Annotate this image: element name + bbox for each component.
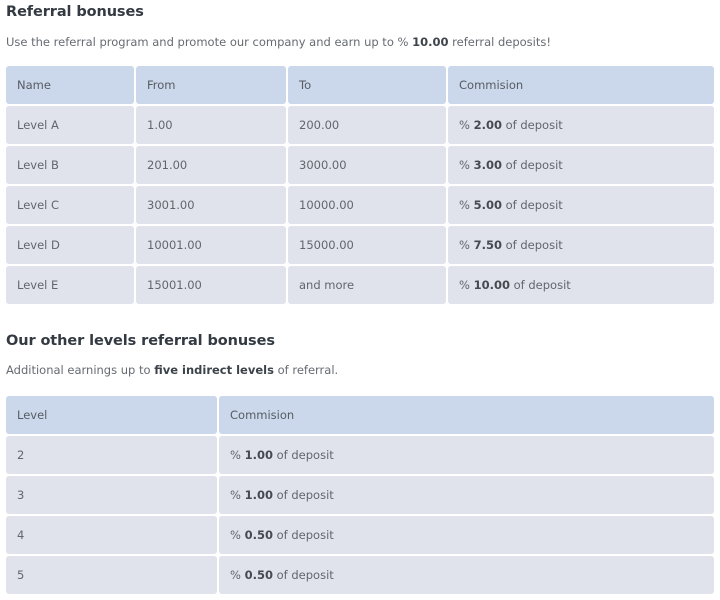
cell-commission: % 7.50 of deposit (448, 226, 714, 264)
cell-from: 1.00 (136, 106, 286, 144)
table-header-row: Name From To Commision (6, 66, 714, 104)
table-row: Level E 15001.00 and more % 10.00 of dep… (6, 266, 714, 304)
table-header-row: Level Commision (6, 396, 714, 434)
commission-suffix: of deposit (501, 238, 563, 252)
commission-suffix: of deposit (272, 568, 334, 582)
description-max-percent: 10.00 (412, 35, 449, 49)
cell-commission: % 5.00 of deposit (448, 186, 714, 224)
cell-to: 3000.00 (288, 146, 446, 184)
cell-name: Level B (6, 146, 134, 184)
cell-to: 200.00 (288, 106, 446, 144)
cell-level: 4 (6, 516, 217, 554)
commission-value: 3.00 (473, 158, 502, 172)
table-row: 5 % 0.50 of deposit (6, 556, 714, 594)
cell-name: Level A (6, 106, 134, 144)
cell-from: 3001.00 (136, 186, 286, 224)
cell-name: Level C (6, 186, 134, 224)
column-header-name: Name (6, 66, 134, 104)
commission-prefix: % (459, 278, 474, 292)
commission-suffix: of deposit (501, 158, 563, 172)
cell-level: 5 (6, 556, 217, 594)
table-row: Level C 3001.00 10000.00 % 5.00 of depos… (6, 186, 714, 224)
commission-value: 7.50 (473, 238, 502, 252)
table-row: 3 % 1.00 of deposit (6, 476, 714, 514)
commission-value: 0.50 (244, 528, 273, 542)
table-row: Level B 201.00 3000.00 % 3.00 of deposit (6, 146, 714, 184)
table-row: 4 % 0.50 of deposit (6, 516, 714, 554)
cell-commission: % 1.00 of deposit (219, 436, 714, 474)
referral-bonuses-title: Referral bonuses (6, 4, 144, 20)
commission-suffix: of deposit (509, 278, 571, 292)
cell-commission: % 1.00 of deposit (219, 476, 714, 514)
table-row: 2 % 1.00 of deposit (6, 436, 714, 474)
cell-name: Level E (6, 266, 134, 304)
other-levels-title: Our other levels referral bonuses (6, 333, 275, 349)
description-text: Use the referral program and promote our… (6, 35, 413, 49)
cell-from: 201.00 (136, 146, 286, 184)
cell-commission: % 3.00 of deposit (448, 146, 714, 184)
description-text: Additional earnings up to (6, 363, 155, 377)
cell-to: 15000.00 (288, 226, 446, 264)
commission-suffix: of deposit (501, 118, 563, 132)
table-row: Level D 10001.00 15000.00 % 7.50 of depo… (6, 226, 714, 264)
referral-levels-table: Name From To Commision Level A 1.00 200.… (4, 64, 716, 306)
commission-prefix: % (230, 528, 245, 542)
commission-suffix: of deposit (272, 528, 334, 542)
commission-prefix: % (230, 448, 245, 462)
commission-value: 1.00 (244, 488, 273, 502)
cell-to: 10000.00 (288, 186, 446, 224)
commission-value: 2.00 (473, 118, 502, 132)
cell-name: Level D (6, 226, 134, 264)
column-header-from: From (136, 66, 286, 104)
other-levels-description: Additional earnings up to five indirect … (6, 363, 338, 377)
commission-value: 0.50 (244, 568, 273, 582)
description-text: of referral. (273, 363, 339, 377)
cell-from: 10001.00 (136, 226, 286, 264)
commission-suffix: of deposit (501, 198, 563, 212)
commission-prefix: % (230, 488, 245, 502)
cell-level: 2 (6, 436, 217, 474)
commission-value: 5.00 (473, 198, 502, 212)
commission-prefix: % (459, 158, 474, 172)
commission-prefix: % (459, 238, 474, 252)
commission-value: 10.00 (473, 278, 510, 292)
cell-commission: % 2.00 of deposit (448, 106, 714, 144)
table-row: Level A 1.00 200.00 % 2.00 of deposit (6, 106, 714, 144)
column-header-commission: Commision (219, 396, 714, 434)
indirect-levels-table: Level Commision 2 % 1.00 of deposit 3 % … (4, 394, 716, 596)
cell-to: and more (288, 266, 446, 304)
commission-prefix: % (459, 118, 474, 132)
commission-suffix: of deposit (272, 448, 334, 462)
commission-value: 1.00 (244, 448, 273, 462)
column-header-level: Level (6, 396, 217, 434)
commission-suffix: of deposit (272, 488, 334, 502)
column-header-commission: Commision (448, 66, 714, 104)
description-text: referral deposits! (448, 35, 551, 49)
cell-commission: % 0.50 of deposit (219, 516, 714, 554)
referral-bonuses-description: Use the referral program and promote our… (6, 35, 551, 49)
cell-level: 3 (6, 476, 217, 514)
cell-commission: % 0.50 of deposit (219, 556, 714, 594)
commission-prefix: % (230, 568, 245, 582)
description-emphasis: five indirect levels (154, 363, 274, 377)
cell-from: 15001.00 (136, 266, 286, 304)
commission-prefix: % (459, 198, 474, 212)
column-header-to: To (288, 66, 446, 104)
cell-commission: % 10.00 of deposit (448, 266, 714, 304)
